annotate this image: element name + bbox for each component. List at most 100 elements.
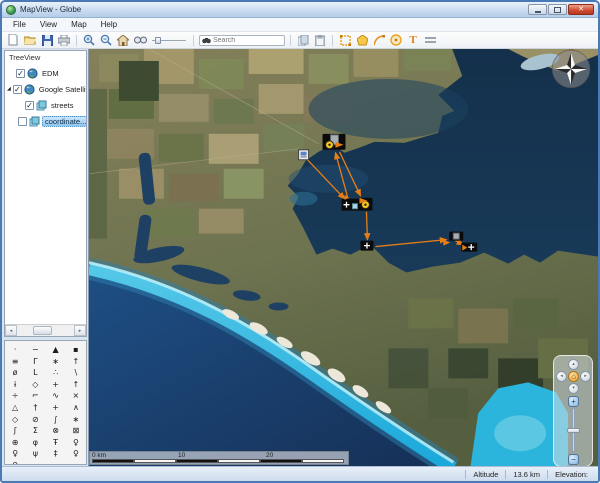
zoom-in-button[interactable] <box>82 34 96 47</box>
scroll-left-arrow[interactable]: ◂ <box>5 325 17 336</box>
checkbox[interactable]: ✓ <box>16 69 25 78</box>
palette-symbol-9[interactable]: L <box>25 367 45 379</box>
expander-icon[interactable]: ◢ <box>7 86 11 92</box>
zoom-slider[interactable] <box>152 36 186 45</box>
zoom-slider-thumb[interactable] <box>155 37 161 44</box>
search-box[interactable] <box>199 35 285 46</box>
pan-down-button[interactable]: ▾ <box>568 383 579 394</box>
menu-item-map[interactable]: Map <box>64 19 94 30</box>
map-view[interactable]: N 0 km1020 ▴ ◂ ⌂ ▸ ▾ + − <box>88 49 598 466</box>
palette-symbol-2[interactable]: ▲ <box>46 344 66 356</box>
visibility-button[interactable] <box>133 34 147 47</box>
palette-symbol-16[interactable]: ÷ <box>5 390 25 402</box>
palette-symbol-24[interactable]: ◇ <box>5 414 25 426</box>
tree-item-coordinate[interactable]: coordinate... <box>5 113 86 129</box>
search-input[interactable] <box>213 37 277 44</box>
rectangle-tool-button[interactable] <box>338 34 352 47</box>
palette-symbol-4[interactable]: ≡ <box>5 356 25 368</box>
zoom-out-map-button[interactable]: − <box>568 454 579 465</box>
palette-symbol-30[interactable]: ⊗ <box>46 425 66 437</box>
palette-symbol-33[interactable]: φ <box>25 437 45 449</box>
pan-up-button[interactable]: ▴ <box>568 359 579 370</box>
palette-symbol-26[interactable]: ∫ <box>46 414 66 426</box>
palette-symbol-22[interactable]: + <box>46 402 66 414</box>
tree-horizontal-scrollbar[interactable]: ◂ ▸ <box>5 324 86 336</box>
palette-symbol-32[interactable]: ⊕ <box>5 437 25 449</box>
map-canvas[interactable]: N <box>89 49 598 466</box>
compass-rose[interactable]: N <box>552 49 590 88</box>
palette-symbol-27[interactable]: ∗ <box>66 414 86 426</box>
scroll-right-arrow[interactable]: ▸ <box>74 325 86 336</box>
checkbox[interactable]: ✓ <box>13 85 22 94</box>
zoom-level-thumb[interactable] <box>567 428 580 433</box>
palette-symbol-34[interactable]: Ŧ <box>46 437 66 449</box>
palette-symbol-28[interactable]: ʃ <box>5 425 25 437</box>
palette-symbol-25[interactable]: ⊘ <box>25 414 45 426</box>
text-tool-button[interactable]: T <box>406 34 420 47</box>
print-button[interactable] <box>57 34 71 47</box>
home-view-button[interactable] <box>116 34 130 47</box>
palette-symbol-19[interactable]: × <box>66 390 86 402</box>
zoom-in-map-button[interactable]: + <box>568 396 579 407</box>
palette-symbol-15[interactable]: ↑ <box>66 379 86 391</box>
pan-right-button[interactable]: ▸ <box>580 371 591 382</box>
arc-tool-button[interactable] <box>372 34 386 47</box>
maximize-button[interactable] <box>548 4 567 15</box>
palette-symbol-1[interactable]: − <box>25 344 45 356</box>
palette-symbol-37[interactable]: ψ <box>25 448 45 460</box>
waypoint-photo-flag[interactable] <box>323 134 346 150</box>
tree-item-google-satellite[interactable]: ◢✓Google Satellite <box>5 81 86 97</box>
palette-symbol-11[interactable]: \ <box>66 367 86 379</box>
polygon-tool-button[interactable] <box>355 34 369 47</box>
palette-symbol-17[interactable]: ⌐ <box>25 390 45 402</box>
new-button[interactable] <box>6 34 20 47</box>
pan-left-button[interactable]: ◂ <box>556 371 567 382</box>
palette-symbol-39[interactable]: ♀ <box>66 448 86 460</box>
title-bar[interactable]: MapView - Globe ✕ <box>2 2 598 18</box>
palette-symbol-31[interactable]: ⊠ <box>66 425 86 437</box>
minimize-button[interactable] <box>528 4 547 15</box>
palette-symbol-8[interactable]: ø <box>5 367 25 379</box>
palette-symbol-21[interactable]: † <box>25 402 45 414</box>
menu-item-view[interactable]: View <box>33 19 64 30</box>
circle-tool-button[interactable] <box>389 34 403 47</box>
palette-symbol-7[interactable]: ↑ <box>66 356 86 368</box>
palette-symbol-14[interactable]: + <box>46 379 66 391</box>
save-button[interactable] <box>40 34 54 47</box>
close-button[interactable]: ✕ <box>568 4 594 15</box>
palette-symbol-12[interactable]: ɨ <box>5 379 25 391</box>
open-button[interactable] <box>23 34 37 47</box>
palette-symbol-23[interactable]: ∧ <box>66 402 86 414</box>
tree-item-streets[interactable]: ✓streets <box>5 97 86 113</box>
palette-symbol-13[interactable]: ◇ <box>25 379 45 391</box>
home-button[interactable]: ⌂ <box>568 371 579 382</box>
palette-symbol-6[interactable]: ∗ <box>46 356 66 368</box>
checkbox[interactable]: ✓ <box>25 101 34 110</box>
scroll-thumb[interactable] <box>33 326 52 335</box>
palette-symbol-10[interactable]: ∴ <box>46 367 66 379</box>
palette-symbol-5[interactable]: Γ <box>25 356 45 368</box>
tree-item-edm[interactable]: ✓EDM <box>5 65 86 81</box>
palette-symbol-18[interactable]: ∿ <box>46 390 66 402</box>
palette-symbol-38[interactable]: ‡ <box>46 448 66 460</box>
waypoint-flag[interactable] <box>358 198 372 211</box>
palette-symbol-35[interactable]: ♀ <box>66 437 86 449</box>
palette-symbol-0[interactable]: · <box>5 344 25 356</box>
waypoint-start[interactable] <box>299 150 309 160</box>
waypoint-plus[interactable] <box>360 241 373 251</box>
palette-symbol-3[interactable]: ▪ <box>66 344 86 356</box>
menu-item-help[interactable]: Help <box>94 19 124 30</box>
palette-symbol-40[interactable]: ♀ <box>5 460 25 465</box>
zoom-out-button[interactable] <box>99 34 113 47</box>
paste-map-button[interactable] <box>313 34 327 47</box>
waypoint-plus-flag[interactable] <box>461 243 477 252</box>
palette-symbol-20[interactable]: △ <box>5 402 25 414</box>
checkbox[interactable] <box>18 117 27 126</box>
layers-icon <box>29 116 40 127</box>
scroll-track[interactable] <box>17 325 74 336</box>
menu-item-file[interactable]: File <box>6 19 33 30</box>
copy-map-button[interactable] <box>296 34 310 47</box>
palette-symbol-36[interactable]: ♀ <box>5 448 25 460</box>
palette-symbol-29[interactable]: Σ <box>25 425 45 437</box>
list-tool-button[interactable] <box>423 34 437 47</box>
